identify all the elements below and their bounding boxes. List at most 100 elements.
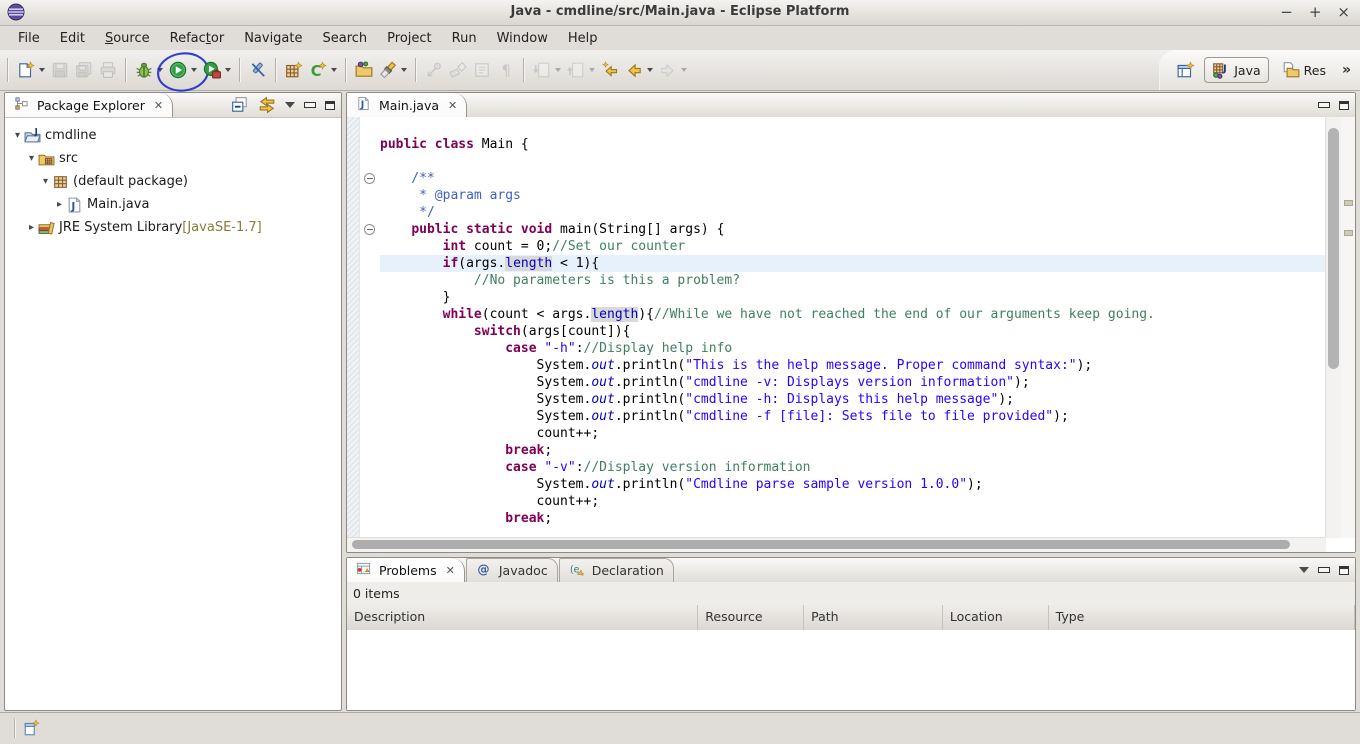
maximize-view-icon[interactable] <box>1339 101 1349 110</box>
expander-closed-icon[interactable]: ▸ <box>53 199 66 210</box>
maximize-view-icon[interactable] <box>325 101 335 110</box>
dropdown-arrow-icon[interactable] <box>157 68 163 72</box>
expander-open-icon[interactable]: ▾ <box>25 153 38 164</box>
expander-open-icon[interactable]: ▾ <box>39 176 52 187</box>
back-button[interactable] <box>622 55 656 85</box>
view-menu-icon[interactable] <box>1299 567 1309 573</box>
prev-annotation-icon <box>567 61 585 79</box>
dropdown-arrow-icon[interactable] <box>647 68 653 72</box>
perspective-overflow-chevron[interactable]: » <box>1339 62 1354 78</box>
tab-package-explorer[interactable]: Package Explorer ✕ <box>5 93 173 117</box>
dropdown-arrow-icon[interactable] <box>191 68 197 72</box>
new-wizard-button[interactable] <box>14 55 48 85</box>
new-java-project-button[interactable] <box>282 55 306 85</box>
code-line: public static void main(String[] args) { <box>380 221 1326 238</box>
code-line: * @param args <box>380 187 1326 204</box>
last-edit-location-button[interactable] <box>598 55 622 85</box>
window-controls: − + × <box>1280 2 1350 22</box>
status-bar <box>0 712 1360 744</box>
overview-ruler[interactable] <box>1341 117 1355 538</box>
editor-vertical-scrollbar[interactable] <box>1325 117 1341 538</box>
minimize-view-icon[interactable] <box>304 102 316 108</box>
menu-source[interactable]: Source <box>95 29 160 48</box>
code-line: while(count < args.length){//While we ha… <box>380 306 1326 323</box>
run-external-button[interactable] <box>200 55 234 85</box>
tree-item-src[interactable]: ▾ src <box>5 147 341 170</box>
code-line: /** <box>380 170 1326 187</box>
titlebar[interactable]: Java - cmdline/src/Main.java - Eclipse P… <box>0 0 1360 26</box>
expander-closed-icon[interactable]: ▸ <box>25 222 38 233</box>
column-header-type[interactable]: Type <box>1049 605 1355 630</box>
close-icon[interactable]: ✕ <box>446 564 455 577</box>
minimize-view-icon[interactable] <box>1318 567 1330 573</box>
perspective-button-resource[interactable]: Res <box>1275 58 1333 82</box>
perspective-button-java[interactable]: JJava <box>1204 57 1268 83</box>
tree-item-label: src <box>59 151 78 166</box>
dropdown-arrow-icon[interactable] <box>225 68 231 72</box>
open-type-button[interactable] <box>352 55 376 85</box>
column-header-path[interactable]: Path <box>804 605 943 630</box>
folding-ruler[interactable] <box>360 117 379 538</box>
code-editor[interactable]: public class Main { /** * @param args */… <box>380 117 1326 538</box>
menu-run[interactable]: Run <box>442 29 487 48</box>
close-icon[interactable]: ✕ <box>448 99 457 112</box>
dropdown-arrow-icon[interactable] <box>331 68 337 72</box>
link-with-editor-icon[interactable] <box>258 96 276 114</box>
view-menu-icon[interactable] <box>285 102 295 108</box>
search-button[interactable] <box>376 55 410 85</box>
code-line <box>380 153 1326 170</box>
open-perspective-button[interactable] <box>1174 55 1198 85</box>
tab-javadoc[interactable]: @Javadoc <box>466 558 558 582</box>
menu-help[interactable]: Help <box>558 29 608 48</box>
tree-item-cmdline[interactable]: ▾Jcmdline <box>5 124 341 147</box>
scrollbar-thumb[interactable] <box>352 540 1290 549</box>
svg-text:J: J <box>34 127 38 137</box>
problems-paneltools <box>1299 558 1349 582</box>
occurrence-marker[interactable] <box>1344 230 1353 236</box>
tab-label: Package Explorer <box>37 98 145 113</box>
dropdown-arrow-icon[interactable] <box>401 68 407 72</box>
menu-refactor[interactable]: Refactor <box>160 29 235 48</box>
minimize-button[interactable]: − <box>1280 2 1293 22</box>
menu-search[interactable]: Search <box>313 29 378 48</box>
menubar: FileEditSourceRefactorNavigateSearchProj… <box>0 26 1360 50</box>
debug-button[interactable] <box>132 55 166 85</box>
close-icon[interactable]: ✕ <box>154 99 163 112</box>
toolbar-separator <box>7 58 9 82</box>
close-button[interactable]: × <box>1337 2 1350 22</box>
column-header-location[interactable]: Location <box>943 605 1049 630</box>
menu-project[interactable]: Project <box>377 29 441 48</box>
menu-navigate[interactable]: Navigate <box>234 29 312 48</box>
tree-item-jre-system-library[interactable]: ▸JRE System Library [JavaSE-1.7] <box>5 216 341 239</box>
run-button[interactable] <box>166 55 200 85</box>
fast-view-icon[interactable] <box>23 719 41 737</box>
tree-item-default-package[interactable]: ▾(default package) <box>5 170 341 193</box>
menu-window[interactable]: Window <box>487 29 558 48</box>
fold-collapse-icon[interactable] <box>364 173 375 184</box>
occurrence-marker[interactable] <box>1344 200 1353 206</box>
minimize-view-icon[interactable] <box>1318 102 1330 108</box>
skip-breakpoints-button[interactable] <box>246 55 270 85</box>
editor-horizontal-scrollbar[interactable] <box>347 537 1326 552</box>
collapse-all-icon[interactable] <box>231 96 249 114</box>
maximize-button[interactable]: + <box>1309 2 1322 22</box>
menu-edit[interactable]: Edit <box>50 29 95 48</box>
tab-problems[interactable]: Problems✕ <box>347 558 465 582</box>
column-header-description[interactable]: Description <box>347 605 698 630</box>
dropdown-arrow-icon[interactable] <box>39 68 45 72</box>
javadoc-icon: @ <box>476 562 494 580</box>
tab-main-java[interactable]: J Main.java ✕ <box>347 93 467 117</box>
save-all-icon <box>75 61 93 79</box>
tree-item-main-java[interactable]: ▸JMain.java <box>5 193 341 216</box>
dropdown-arrow-icon <box>555 68 561 72</box>
expander-open-icon[interactable]: ▾ <box>11 130 24 141</box>
menu-file[interactable]: File <box>8 29 50 48</box>
maximize-view-icon[interactable] <box>1339 566 1349 575</box>
problems-table-body[interactable] <box>347 630 1355 710</box>
problems-status: 0 items <box>347 582 1355 606</box>
fold-collapse-icon[interactable] <box>364 224 375 235</box>
scrollbar-thumb[interactable] <box>1328 128 1339 369</box>
new-class-button[interactable]: C <box>306 55 340 85</box>
tab-declaration[interactable]: (eDeclaration <box>559 558 674 582</box>
column-header-resource[interactable]: Resource <box>698 605 804 630</box>
